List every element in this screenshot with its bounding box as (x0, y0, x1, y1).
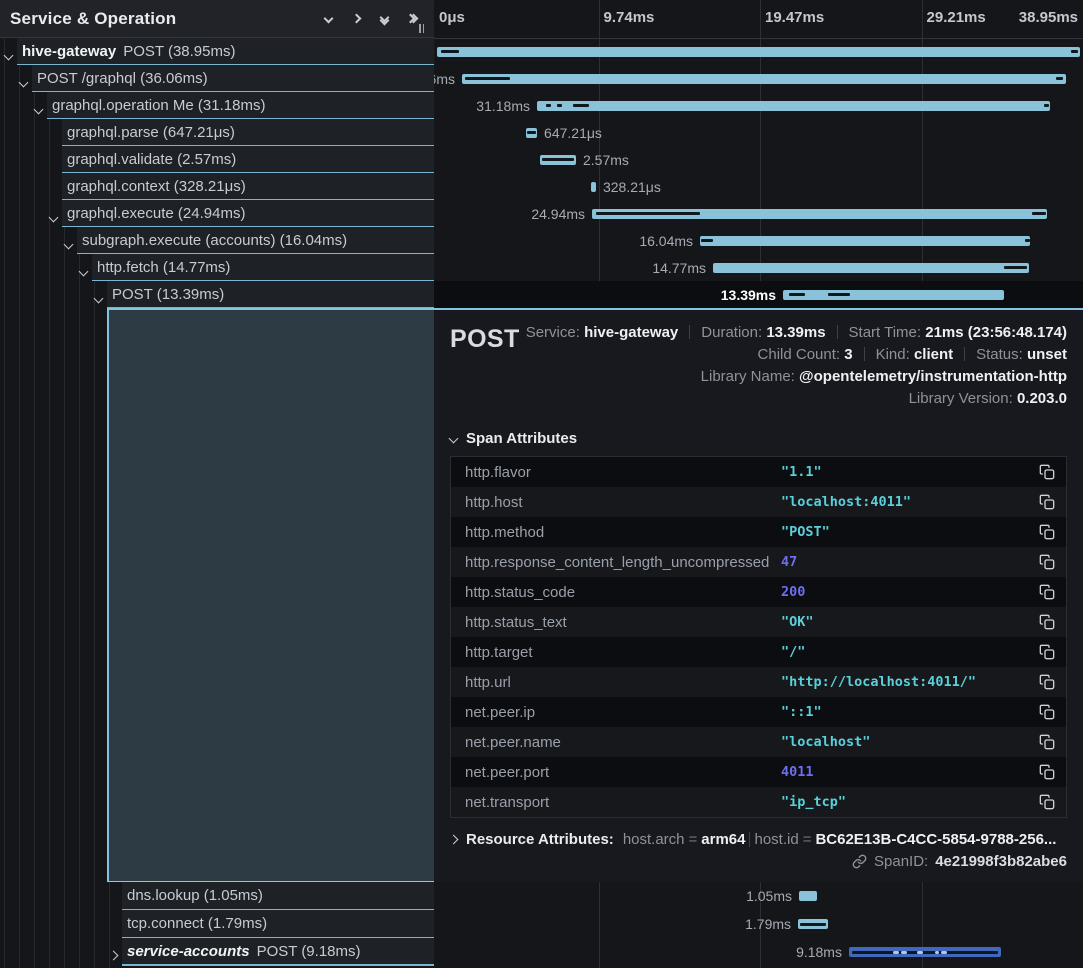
span-label: graphql.validate (2.57ms) (67, 151, 236, 168)
selected-span-expansion (107, 308, 434, 882)
expand-one-icon[interactable] (344, 7, 368, 31)
span-tree-cell[interactable]: http.fetch (14.77ms) (92, 254, 434, 281)
span-label: POST (9.18ms) (257, 943, 361, 960)
span-label: POST /graphql (36.06ms) (37, 70, 208, 87)
service-name: hive-gateway (22, 43, 116, 60)
span-tree-cell[interactable]: service-accounts POST (9.18ms) (122, 938, 434, 966)
span-label: dns.lookup (1.05ms) (127, 887, 263, 904)
pane-resize-handle[interactable] (419, 24, 1077, 966)
span-label: graphql.execute (24.94ms) (67, 205, 245, 222)
span-tree-cell[interactable]: subgraph.execute (accounts) (16.04ms) (77, 227, 434, 254)
span-label: graphql.context (328.21μs) (67, 178, 246, 195)
chevron-down-icon[interactable] (35, 100, 42, 117)
service-operation-title: Service & Operation (10, 9, 312, 29)
span-label: subgraph.execute (accounts) (16.04ms) (82, 232, 347, 249)
span-label: POST (13.39ms) (112, 286, 224, 303)
span-label: graphql.parse (647.21μs) (67, 124, 235, 141)
chevron-down-icon[interactable] (65, 235, 72, 252)
span-label: tcp.connect (1.79ms) (127, 915, 267, 932)
span-tree-cell[interactable]: graphql.execute (24.94ms) (62, 200, 434, 227)
chevron-down-icon[interactable] (80, 262, 87, 279)
collapse-all-icon[interactable] (372, 7, 396, 31)
chevron-down-icon[interactable] (95, 289, 102, 306)
chevron-right-icon[interactable] (110, 946, 117, 963)
chevron-down-icon[interactable] (50, 208, 57, 225)
chevron-down-icon[interactable] (5, 46, 12, 63)
span-tree-cell[interactable]: dns.lookup (1.05ms) (122, 882, 434, 910)
service-name: service-accounts (127, 943, 250, 960)
chevron-down-icon[interactable] (20, 73, 27, 90)
span-label: http.fetch (14.77ms) (97, 259, 230, 276)
span-tree-cell[interactable]: graphql.parse (647.21μs) (62, 119, 434, 146)
span-tree-cell[interactable]: graphql.validate (2.57ms) (62, 146, 434, 173)
span-tree-cell[interactable]: POST /graphql (36.06ms) (32, 65, 434, 92)
service-operation-header: Service & Operation (0, 0, 434, 38)
span-tree-cell[interactable]: graphql.context (328.21μs) (62, 173, 434, 200)
span-label: POST (38.95ms) (123, 43, 235, 60)
span-tree-cell[interactable]: graphql.operation Me (31.18ms) (47, 92, 434, 119)
span-tree-cell[interactable]: hive-gateway POST (38.95ms) (17, 38, 434, 65)
span-label: graphql.operation Me (31.18ms) (52, 97, 265, 114)
span-tree-cell[interactable]: POST (13.39ms) (107, 281, 434, 308)
trace-viewer: Service & Operation 0μs9.74ms19.47ms29.2… (0, 0, 1083, 968)
collapse-one-icon[interactable] (316, 7, 340, 31)
span-tree-cell[interactable]: tcp.connect (1.79ms) (122, 910, 434, 938)
